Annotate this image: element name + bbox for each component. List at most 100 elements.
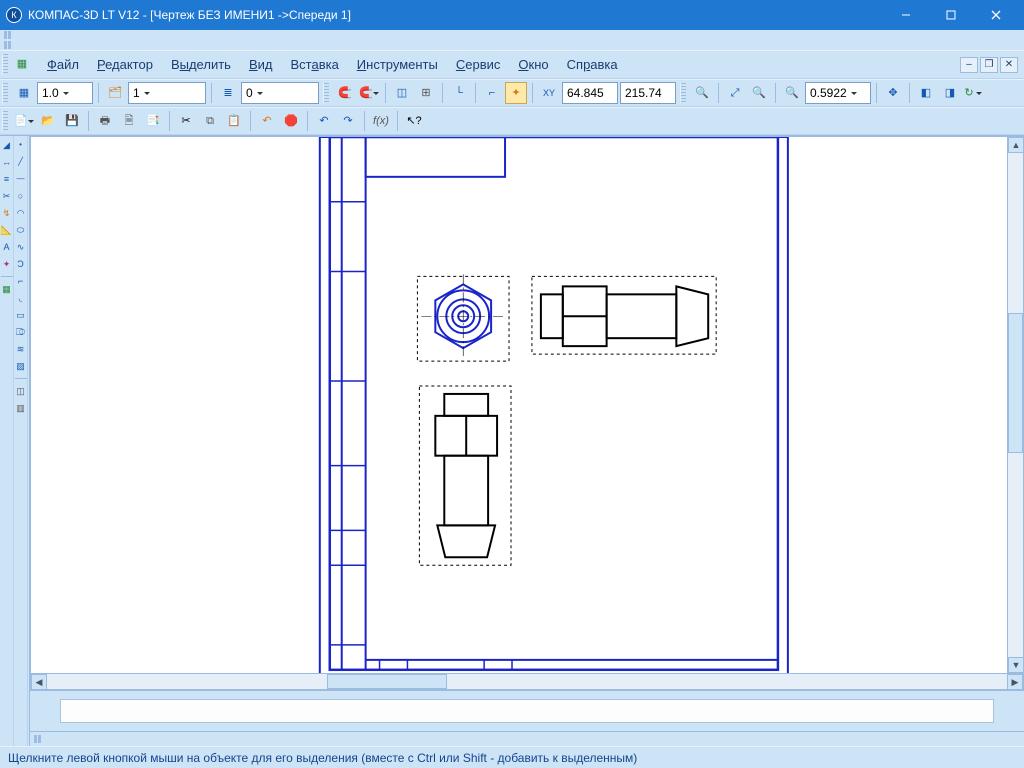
menu-window[interactable]: Окно	[510, 53, 556, 76]
new-document-icon[interactable]: 📄	[13, 110, 35, 132]
aux-line-tool-icon[interactable]: ╱	[15, 155, 27, 169]
zoom-realtime-icon[interactable]: 🔍	[781, 82, 803, 104]
mdi-minimize-button[interactable]: –	[960, 57, 978, 73]
redo-back-icon[interactable]: ↶	[313, 110, 335, 132]
geometry-panel-icon[interactable]: ◢	[1, 138, 13, 152]
gather-tool-icon[interactable]: ⎄	[15, 325, 27, 339]
grip-icon[interactable]	[2, 111, 8, 131]
pan-icon[interactable]: ✥	[882, 82, 904, 104]
arc-tool-icon[interactable]: ◠	[15, 206, 27, 220]
menu-editor[interactable]: Редактор	[89, 53, 161, 76]
redo-forward-icon[interactable]: ↷	[337, 110, 359, 132]
rect-tool-icon[interactable]: ▭	[15, 308, 27, 322]
snap-settings-icon[interactable]: 🧲	[358, 82, 380, 104]
global-cs-icon[interactable]: ✦	[505, 82, 527, 104]
vertical-scrollbar[interactable]: ▲ ▼	[1008, 136, 1024, 674]
chamfer-tool-icon[interactable]: ⌐	[15, 274, 27, 288]
select-panel-icon[interactable]: A	[1, 240, 13, 254]
coord-x-field[interactable]: 64.845	[562, 82, 618, 104]
menu-service[interactable]: Сервис	[448, 53, 509, 76]
grip-icon[interactable]	[680, 83, 686, 103]
scroll-up-button[interactable]: ▲	[1008, 137, 1024, 153]
drawing-canvas[interactable]	[30, 136, 1008, 674]
cancel-icon[interactable]: 🛑	[280, 110, 302, 132]
menu-select[interactable]: Выделить	[163, 53, 239, 76]
notation-panel-icon[interactable]: ≡	[1, 172, 13, 186]
property-input[interactable]	[60, 699, 994, 723]
cut-icon[interactable]: ✂	[175, 110, 197, 132]
equidist-tool-icon[interactable]: ≋	[15, 342, 27, 356]
spline-tool-icon[interactable]: ∿	[15, 240, 27, 254]
chevron-down-icon[interactable]	[253, 83, 267, 103]
save-icon[interactable]: 💾	[61, 110, 83, 132]
window-maximize-button[interactable]	[928, 0, 973, 30]
param-panel-icon[interactable]: ↯	[1, 206, 13, 220]
scroll-thumb[interactable]	[1008, 313, 1023, 453]
point-tool-icon[interactable]: •	[15, 138, 27, 152]
scroll-thumb[interactable]	[327, 674, 447, 689]
window-minimize-button[interactable]	[883, 0, 928, 30]
open-icon[interactable]: 📂	[37, 110, 59, 132]
panel-handle[interactable]	[34, 735, 37, 743]
panel-handle-2[interactable]	[4, 41, 7, 49]
properties-icon[interactable]: ▦	[11, 54, 33, 76]
grip-icon[interactable]	[323, 83, 329, 103]
local-cs-icon[interactable]: ⌐	[481, 82, 503, 104]
assoc-panel-icon[interactable]: ✦	[1, 257, 13, 271]
layer-combo[interactable]: 1	[128, 82, 206, 104]
paste-icon[interactable]: 📋	[223, 110, 245, 132]
coord-y-field[interactable]: 215.74	[620, 82, 676, 104]
snap-toggle-icon[interactable]: 🧲	[334, 82, 356, 104]
scroll-down-button[interactable]: ▼	[1008, 657, 1024, 673]
zoom-combo[interactable]: 0.5922	[805, 82, 871, 104]
chevron-down-icon[interactable]	[373, 89, 379, 98]
zoom-fit-icon[interactable]: ⤢	[724, 82, 746, 104]
chevron-down-icon[interactable]	[847, 83, 861, 103]
spec-panel-icon[interactable]: ▦	[1, 282, 13, 296]
fillet-tool-icon[interactable]: ◟	[15, 291, 27, 305]
zoom-window-icon[interactable]: 🔍	[691, 82, 713, 104]
measure-panel-icon[interactable]: 📐	[1, 223, 13, 237]
edit-panel-icon[interactable]: ✂	[1, 189, 13, 203]
chevron-down-icon[interactable]	[28, 117, 34, 126]
scroll-left-button[interactable]: ◀	[31, 674, 47, 690]
next-view-icon[interactable]: ◨	[939, 82, 961, 104]
chevron-down-icon[interactable]	[140, 83, 154, 103]
scale-combo[interactable]: 1.0	[37, 82, 93, 104]
menu-view[interactable]: Вид	[241, 53, 281, 76]
hatch-tool-icon[interactable]: ▨	[15, 359, 27, 373]
menu-help[interactable]: Справка	[559, 53, 626, 76]
round-toggle-icon[interactable]: ⊞	[415, 82, 437, 104]
xy-label-icon[interactable]: XY	[538, 82, 560, 104]
chevron-down-icon[interactable]	[59, 83, 73, 103]
bezier-tool-icon[interactable]: Ɔ	[15, 257, 27, 271]
dimensions-panel-icon[interactable]: ↔	[1, 155, 13, 169]
segment-tool-icon[interactable]: —	[15, 172, 27, 186]
extra-tool-1-icon[interactable]: ◫	[15, 384, 27, 398]
whats-this-icon[interactable]: ↖?	[403, 110, 425, 132]
mdi-restore-button[interactable]: ❐	[980, 57, 998, 73]
menu-insert[interactable]: Вставка	[282, 53, 346, 76]
scroll-right-button[interactable]: ▶	[1007, 674, 1023, 690]
panel-handle[interactable]	[4, 31, 7, 39]
state-combo[interactable]: 0	[241, 82, 319, 104]
undo-icon[interactable]: ↶	[256, 110, 278, 132]
copy-icon[interactable]: ⧉	[199, 110, 221, 132]
fx-icon[interactable]: f(x)	[370, 110, 392, 132]
horizontal-scrollbar[interactable]: ◀ ▶	[30, 674, 1024, 690]
layer-manager-icon[interactable]: 🗂	[104, 82, 126, 104]
menu-file[interactable]: Файл	[39, 53, 87, 76]
extra-tool-2-icon[interactable]: ▥	[15, 401, 27, 415]
grip-icon[interactable]	[2, 83, 8, 103]
ortho-icon[interactable]: └	[448, 82, 470, 104]
menu-tools[interactable]: Инструменты	[349, 53, 446, 76]
chevron-down-icon[interactable]	[974, 89, 984, 98]
prev-view-icon[interactable]: ◧	[915, 82, 937, 104]
circle-tool-icon[interactable]: ○	[15, 189, 27, 203]
print-preview-icon[interactable]: 🗎	[118, 110, 140, 132]
window-close-button[interactable]	[973, 0, 1018, 30]
ellipse-tool-icon[interactable]: ⬭	[15, 223, 27, 237]
redraw-icon[interactable]: ↻	[963, 82, 985, 104]
grip-icon[interactable]	[2, 54, 8, 75]
mdi-close-button[interactable]: ✕	[1000, 57, 1018, 73]
